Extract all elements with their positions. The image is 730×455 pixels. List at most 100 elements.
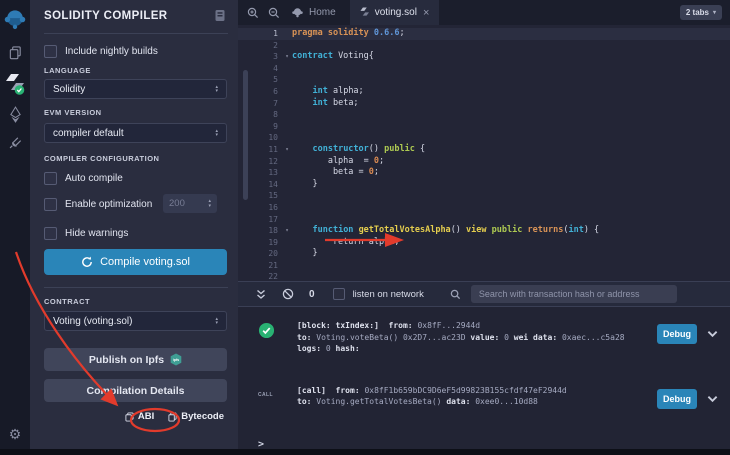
tab-voting-sol[interactable]: voting.sol × — [349, 0, 440, 25]
expand-entry-chevron-icon[interactable] — [707, 395, 718, 403]
fold-gutter — [282, 109, 292, 121]
code-line: 15 — [238, 190, 730, 202]
publish-ipfs-button[interactable]: Publish on Ipfs ipfs — [44, 348, 227, 371]
compilation-details-label: Compilation Details — [86, 384, 185, 397]
code-line: 10 — [238, 132, 730, 144]
fold-gutter — [282, 190, 292, 202]
file-explorer-icon[interactable] — [0, 45, 30, 61]
hide-warnings-row: Hide warnings — [44, 227, 128, 240]
fold-gutter — [282, 74, 292, 86]
hide-warnings-label: Hide warnings — [65, 228, 129, 239]
settings-gear-icon[interactable]: ⚙ — [0, 426, 30, 443]
fold-arrow-icon[interactable]: ▾ — [282, 51, 292, 63]
tab-home[interactable]: Home — [292, 7, 336, 18]
code-line: 9 — [238, 121, 730, 133]
number-stepper-icon[interactable]: ▴ ▾ — [208, 199, 211, 208]
nightly-builds-row: Include nightly builds — [44, 45, 158, 58]
enable-optimization-checkbox[interactable] — [44, 198, 57, 211]
fold-arrow-icon[interactable]: ▾ — [282, 225, 292, 237]
code-line: 14 } — [238, 179, 730, 191]
line-number: 2 — [273, 40, 278, 50]
fold-gutter — [282, 86, 292, 98]
listen-network-label: listen on network — [352, 288, 424, 300]
debug-button[interactable]: Debug — [657, 324, 697, 344]
fold-gutter — [282, 121, 292, 133]
solidity-compiler-panel: SOLIDITY COMPILER Include nightly builds… — [30, 0, 238, 449]
contract-select[interactable]: Voting (voting.sol) ▴ ▾ — [44, 311, 227, 331]
auto-compile-row: Auto compile — [44, 172, 123, 185]
documentation-icon[interactable] — [214, 9, 226, 27]
evm-version-select[interactable]: compiler default ▴ ▾ — [44, 123, 227, 143]
divider — [44, 287, 228, 288]
deploy-run-icon[interactable] — [0, 106, 30, 125]
listen-network-checkbox[interactable] — [332, 288, 345, 300]
compilation-details-button[interactable]: Compilation Details — [44, 379, 227, 402]
copy-bytecode-button[interactable]: Bytecode — [168, 411, 224, 422]
success-check-icon — [258, 322, 275, 339]
fold-gutter — [282, 260, 292, 272]
publish-ipfs-label: Publish on Ipfs — [88, 353, 165, 366]
terminal-log-entry: CALL [call] from: 0x8fF1b659bDC9D6eF5d998… — [238, 385, 730, 409]
expand-entry-chevron-icon[interactable] — [707, 330, 718, 338]
terminal-toolbar: 0 listen on network — [238, 281, 730, 307]
fold-gutter — [282, 28, 292, 40]
fold-arrow-icon[interactable]: ▾ — [282, 144, 292, 156]
enable-optimization-label: Enable optimization — [65, 199, 153, 210]
chevron-down-icon: ▾ — [712, 10, 716, 16]
language-select[interactable]: Solidity ▴ ▾ — [44, 79, 227, 99]
code-line: 17 — [238, 214, 730, 226]
close-tab-icon[interactable]: × — [423, 7, 429, 18]
fold-gutter — [282, 63, 292, 75]
copy-abi-button[interactable]: ABI — [125, 411, 154, 422]
code-line: 16 — [238, 202, 730, 214]
nightly-builds-label: Include nightly builds — [65, 46, 158, 57]
pending-tx-count: 0 — [309, 288, 315, 300]
optimization-runs-input[interactable]: 200 ▴ ▾ — [163, 194, 217, 213]
fold-gutter — [282, 202, 292, 214]
tabs-count-dropdown[interactable]: 2 tabs ▾ — [679, 5, 722, 20]
clear-console-icon[interactable] — [282, 288, 294, 300]
fold-gutter — [282, 214, 292, 226]
terminal-search-input[interactable] — [470, 285, 677, 303]
expand-terminal-icon[interactable] — [256, 289, 266, 300]
select-stepper-icon: ▴ ▾ — [215, 127, 218, 138]
copy-icon — [125, 412, 134, 422]
compiler-configuration-label: COMPILER CONFIGURATION — [44, 154, 160, 163]
debug-button[interactable]: Debug — [657, 388, 697, 409]
auto-compile-label: Auto compile — [65, 173, 123, 184]
line-number: 3 — [273, 52, 278, 62]
auto-compile-checkbox[interactable] — [44, 172, 57, 185]
evm-version-label: EVM VERSION — [44, 108, 102, 117]
contract-value: Voting (voting.sol) — [53, 315, 133, 327]
solidity-compiler-icon[interactable] — [0, 73, 30, 96]
panel-title: SOLIDITY COMPILER — [44, 10, 168, 22]
enable-optimization-row: Enable optimization — [44, 198, 152, 211]
code-line: 18 ▾ function getTotalVotesAlpha() view p… — [238, 225, 730, 237]
nightly-builds-checkbox[interactable] — [44, 45, 57, 58]
zoom-out-icon[interactable] — [268, 7, 280, 19]
editor-tab-bar: Home voting.sol × 2 tabs ▾ — [238, 0, 730, 25]
fold-gutter — [282, 248, 292, 260]
optimization-runs-value: 200 — [169, 198, 185, 209]
code-line: 12 alpha = 0; — [238, 156, 730, 168]
editor-scrollbar-thumb[interactable] — [243, 70, 248, 200]
code-line: 1 pragma solidity 0.6.6; — [238, 28, 730, 40]
fold-gutter — [282, 132, 292, 144]
compile-button[interactable]: Compile voting.sol — [44, 249, 227, 275]
ipfs-badge-icon: ipfs — [170, 353, 182, 366]
refresh-icon — [82, 256, 92, 267]
code-line: 20 } — [238, 248, 730, 260]
zoom-in-icon[interactable] — [247, 7, 259, 19]
plugin-manager-icon[interactable] — [0, 135, 30, 150]
bytecode-label: Bytecode — [181, 411, 224, 422]
code-line: 4 — [238, 63, 730, 75]
code-line: 21 — [238, 260, 730, 272]
hide-warnings-checkbox[interactable] — [44, 227, 57, 240]
solidity-file-icon — [360, 7, 369, 16]
code-line: 3 ▾ contract Voting{ — [238, 51, 730, 63]
remix-home-icon — [292, 8, 303, 18]
terminal-prompt[interactable]: > — [238, 439, 730, 450]
remix-logo-icon[interactable] — [0, 8, 30, 32]
code-editor[interactable]: 1 pragma solidity 0.6.6; 2 3 ▾ contract Votin… — [238, 25, 730, 281]
bottom-strip — [0, 449, 730, 455]
